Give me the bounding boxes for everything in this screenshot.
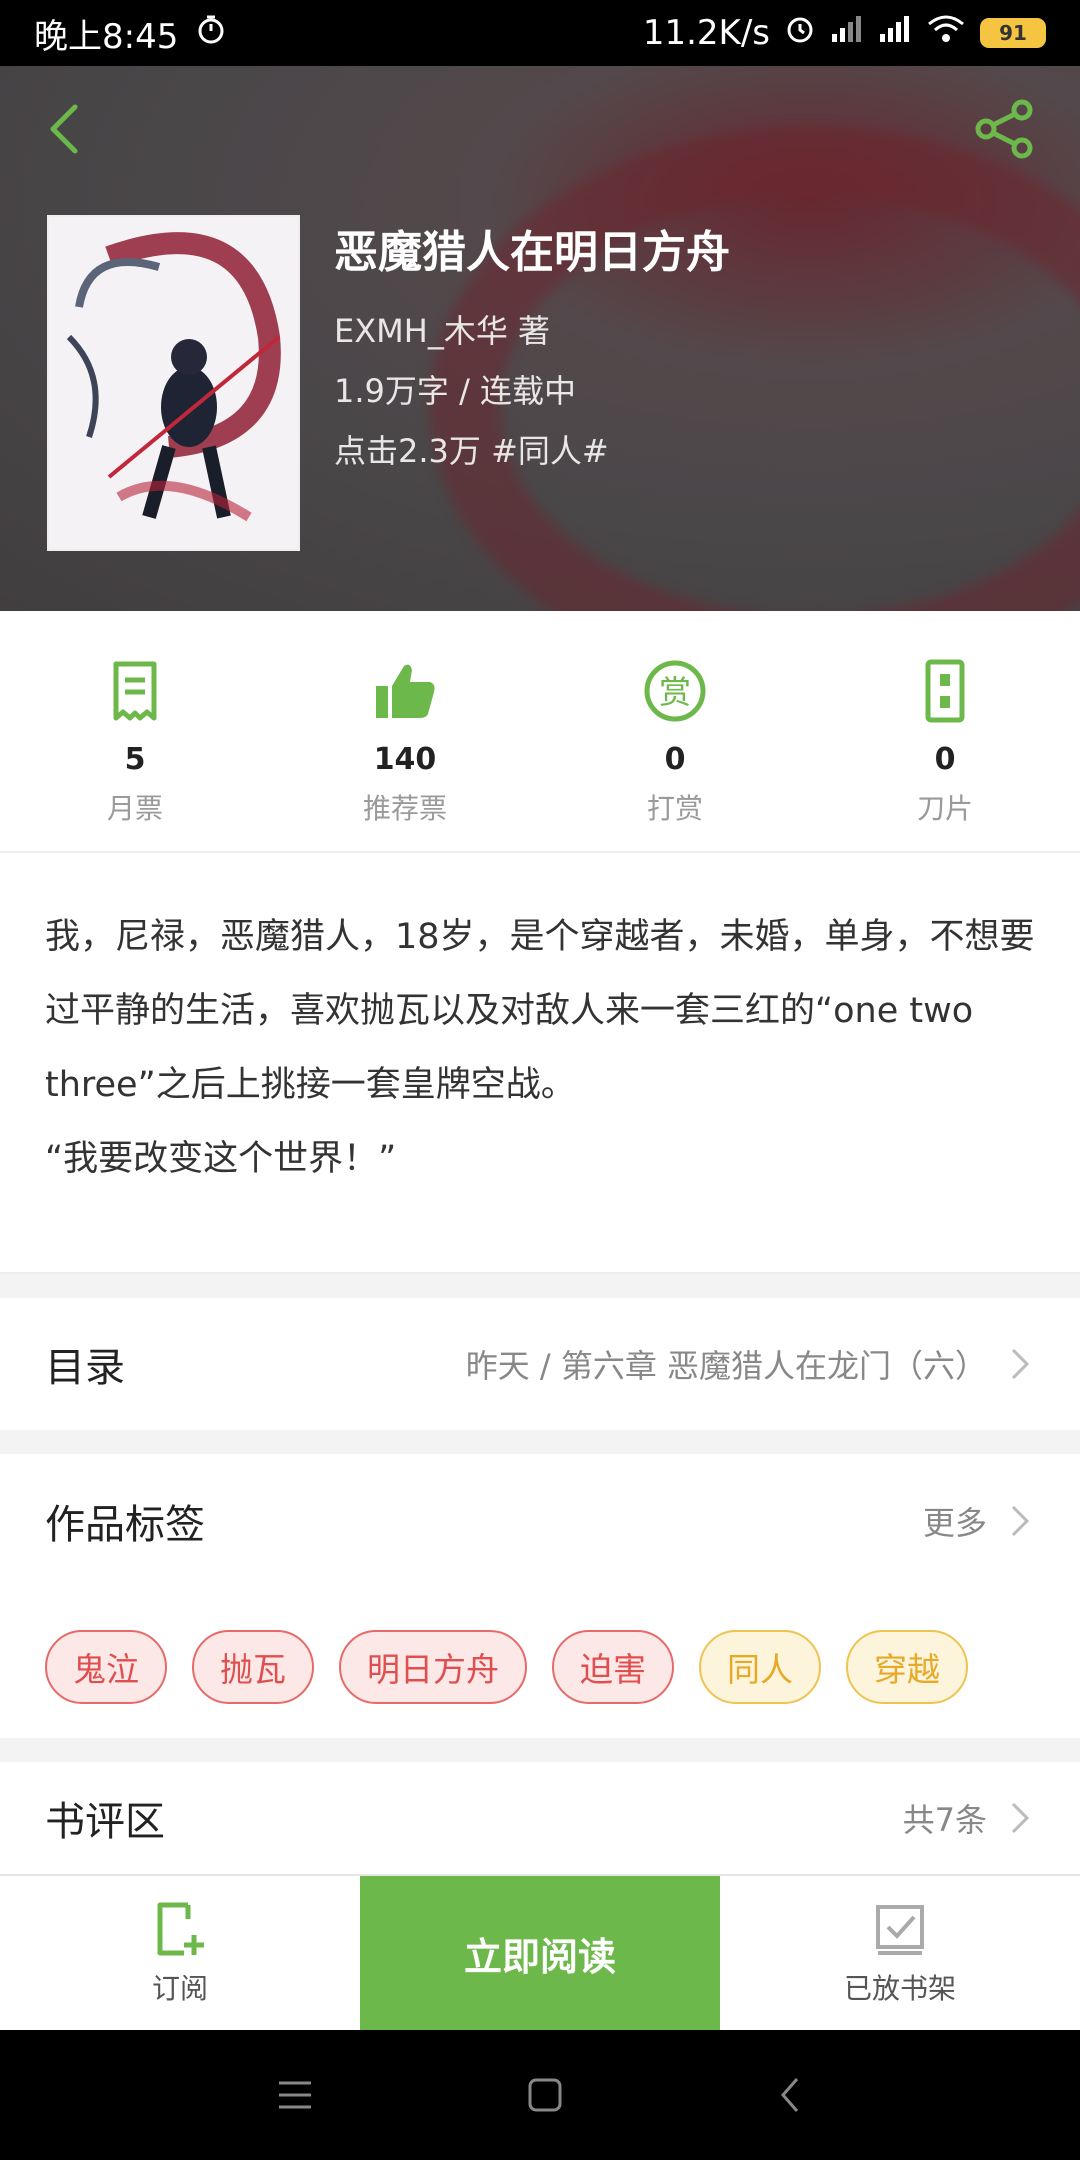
alarm-icon: [784, 13, 816, 54]
tag-chip[interactable]: 明日方舟: [339, 1630, 527, 1704]
stat-reward[interactable]: 赏 0 打赏: [540, 611, 810, 851]
divider: [0, 1272, 1080, 1298]
status-bar: 晚上8:45 11.2K/s 91: [0, 0, 1080, 66]
battery-icon: 91: [980, 18, 1046, 48]
bookshelf-button[interactable]: 已放书架: [720, 1876, 1080, 2030]
tag-chip[interactable]: 同人: [699, 1630, 821, 1704]
divider: [0, 1738, 1080, 1762]
read-now-button[interactable]: 立即阅读: [360, 1876, 720, 2030]
subscribe-button[interactable]: 订阅: [0, 1876, 360, 2030]
description-quote: “我要改变这个世界！”: [45, 1139, 397, 1179]
stat-blade[interactable]: 0 刀片: [810, 611, 1080, 851]
blade-icon: [925, 659, 965, 723]
tag-chip[interactable]: 鬼泣: [45, 1630, 167, 1704]
stat-label: 打赏: [646, 792, 703, 825]
stat-value: 5: [124, 742, 146, 777]
subscribe-icon: [157, 1902, 204, 1956]
home-icon[interactable]: [525, 2075, 565, 2115]
book-author[interactable]: EXMH_木华 著: [334, 306, 550, 352]
system-nav-bar: [0, 2030, 1080, 2160]
stat-recommend[interactable]: 140 推荐票: [270, 611, 540, 851]
thumbs-up-icon: [376, 664, 435, 718]
tag-chip[interactable]: 穿越: [846, 1630, 968, 1704]
tag-list: 鬼泣 抛瓦 明日方舟 迫害 同人 穿越: [45, 1630, 968, 1704]
tags-header-row[interactable]: 作品标签 更多: [0, 1454, 1080, 1588]
stat-value: 0: [934, 742, 956, 777]
back-arrow-icon: [50, 104, 78, 154]
stat-label: 月票: [106, 792, 163, 825]
reviews-title: 书评区: [45, 1799, 165, 1845]
book-clicks-tag: 点击2.3万 #同人#: [334, 432, 609, 470]
reviews-count: 共7条: [902, 1801, 987, 1839]
signal-icon: [830, 13, 864, 53]
stat-label: 刀片: [916, 792, 973, 825]
book-cover[interactable]: [47, 215, 300, 551]
book-header: 恶魔猎人在明日方舟 EXMH_木华 著 1.9万字 / 连载中 点击2.3万 #…: [0, 66, 1080, 611]
reward-icon: 赏: [644, 660, 706, 722]
book-word-count-status: 1.9万字 / 连载中: [334, 372, 577, 410]
status-time: 晚上8:45: [34, 16, 179, 57]
tags-more-link: 更多: [922, 1504, 987, 1542]
wifi-icon: [926, 13, 966, 53]
reviews-row[interactable]: 书评区 共7条: [0, 1762, 1080, 1874]
share-icon: [975, 99, 1033, 159]
chevron-right-icon: [1011, 1348, 1030, 1380]
book-description[interactable]: 我，尼禄，恶魔猎人，18岁，是个穿越者，未婚，单身，不想要过平静的生活，喜欢抛瓦…: [45, 900, 1040, 1196]
description-text: 我，尼禄，恶魔猎人，18岁，是个穿越者，未婚，单身，不想要过平静的生活，喜欢抛瓦…: [45, 917, 1035, 1105]
toc-title: 目录: [45, 1345, 125, 1391]
stat-value: 140: [373, 742, 437, 777]
divider: [0, 1430, 1080, 1454]
toc-latest-chapter: 昨天 / 第六章 恶魔猎人在龙门（六）: [465, 1347, 987, 1385]
chevron-right-icon: [1011, 1505, 1030, 1537]
tag-chip[interactable]: 抛瓦: [192, 1630, 314, 1704]
toc-row[interactable]: 目录 昨天 / 第六章 恶魔猎人在龙门（六）: [0, 1298, 1080, 1430]
stats-row: 5 月票 140 推荐票 赏 0 打赏 0 刀片: [0, 611, 1080, 853]
network-speed: 11.2K/s: [642, 13, 770, 53]
chevron-right-icon: [1011, 1802, 1030, 1834]
book-title: 恶魔猎人在明日方舟: [334, 227, 730, 278]
subscribe-label: 订阅: [151, 1972, 208, 2005]
signal-hd-icon: [878, 13, 912, 53]
bookshelf-label: 已放书架: [843, 1972, 956, 2005]
monthly-ticket-icon: [113, 661, 157, 721]
share-button[interactable]: [970, 94, 1040, 164]
tag-chip[interactable]: 迫害: [552, 1630, 674, 1704]
svg-text:赏: 赏: [659, 673, 691, 711]
menu-icon[interactable]: [275, 2077, 315, 2113]
stat-value: 0: [664, 742, 686, 777]
back-button[interactable]: [30, 94, 100, 164]
tags-title: 作品标签: [45, 1502, 205, 1548]
bottom-action-bar: 订阅 立即阅读 已放书架: [0, 1874, 1080, 2030]
timer-icon: [196, 13, 226, 53]
back-nav-icon[interactable]: [775, 2075, 805, 2115]
stat-monthly-ticket[interactable]: 5 月票: [0, 611, 270, 851]
bookshelf-check-icon: [876, 1905, 924, 1955]
stat-label: 推荐票: [362, 792, 447, 825]
